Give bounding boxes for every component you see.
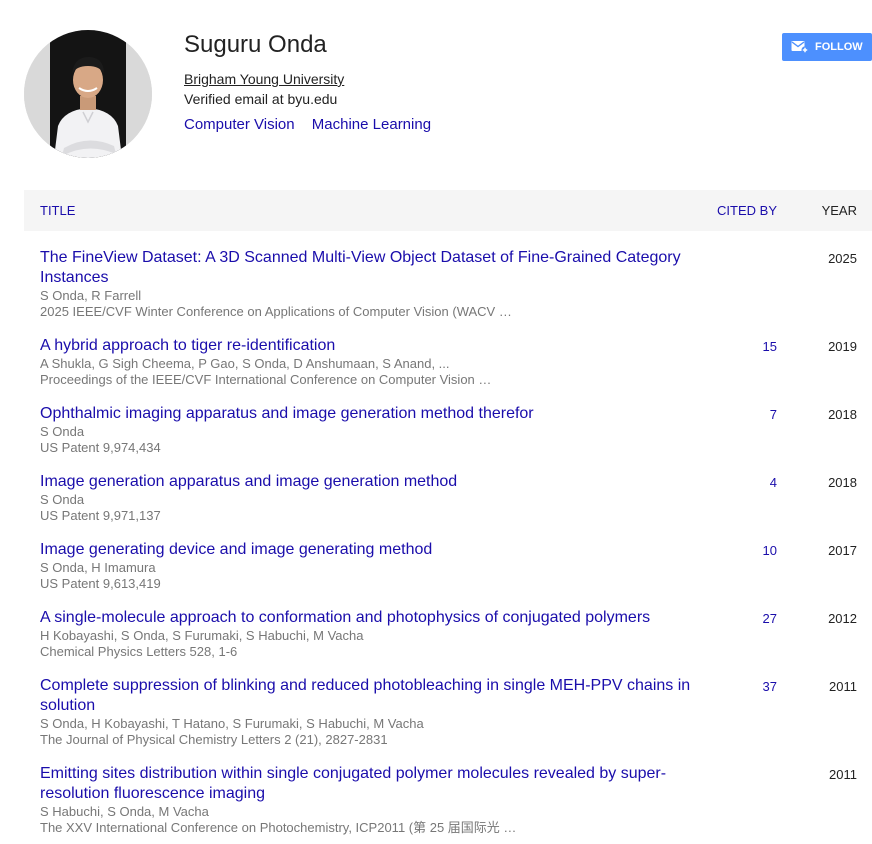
publication-year: 2018 [828,407,857,422]
follow-label: FOLLOW [815,41,863,53]
profile-header: Suguru Onda Brigham Young University Ver… [0,0,872,180]
cited-by-count[interactable]: 10 [763,543,777,558]
table-row: Image generating device and image genera… [24,532,872,600]
cited-by-count[interactable]: 7 [770,407,777,422]
publication-title[interactable]: Image generation apparatus and image gen… [40,472,700,492]
table-row: Image generation apparatus and image gen… [24,464,872,532]
publication-year: 2025 [828,251,857,266]
cited-by-count[interactable]: 27 [763,611,777,626]
affiliation-link[interactable]: Brigham Young University [184,71,344,87]
publication-authors: S Habuchi, S Onda, M Vacha [40,804,209,819]
publication-authors: H Kobayashi, S Onda, S Furumaki, S Habuc… [40,628,364,643]
publication-title[interactable]: Complete suppression of blinking and red… [40,676,700,716]
publication-year: 2017 [828,543,857,558]
publication-venue: US Patent 9,971,137 [40,508,161,523]
table-row: Ophthalmic imaging apparatus and image g… [24,396,872,464]
publication-venue: Chemical Physics Letters 528, 1-6 [40,644,238,659]
profile-photo [24,30,152,158]
cited-by-count[interactable]: 4 [770,475,777,490]
publication-title[interactable]: The FineView Dataset: A 3D Scanned Multi… [40,248,700,288]
mail-plus-icon [791,40,809,54]
research-interests: Computer Vision Machine Learning [184,116,444,133]
cited-by-count[interactable]: 15 [763,339,777,354]
publication-venue: The Journal of Physical Chemistry Letter… [40,732,388,747]
table-row: Emitting sites distribution within singl… [24,756,872,844]
publication-authors: S Onda, R Farrell [40,288,142,303]
table-row: The FineView Dataset: A 3D Scanned Multi… [24,240,872,328]
table-header: TITLE CITED BY YEAR [24,190,872,231]
publication-authors: S Onda, H Imamura [40,560,156,575]
publication-year: 2011 [829,767,857,782]
publication-title[interactable]: Ophthalmic imaging apparatus and image g… [40,404,700,424]
follow-button[interactable]: FOLLOW [782,33,872,61]
publication-venue: The XXV International Conference on Phot… [40,820,517,835]
cited-by-count[interactable]: 37 [763,679,777,694]
publication-year: 2019 [828,339,857,354]
sort-by-title[interactable]: TITLE [40,203,75,218]
publication-title[interactable]: Emitting sites distribution within singl… [40,764,700,804]
verified-email: Verified email at byu.edu [184,91,338,107]
interest-computer-vision[interactable]: Computer Vision [184,116,295,133]
publication-authors: S Onda [40,492,85,507]
profile-name: Suguru Onda [184,31,327,58]
publication-year: 2012 [828,611,857,626]
publication-list: The FineView Dataset: A 3D Scanned Multi… [24,240,872,844]
table-row: A single-molecule approach to conformati… [24,600,872,668]
publication-venue: 2025 IEEE/CVF Winter Conference on Appli… [40,304,512,319]
publication-authors: S Onda [40,424,85,439]
publication-venue: US Patent 9,613,419 [40,576,161,591]
sort-by-year[interactable]: YEAR [822,203,857,218]
avatar [24,30,152,158]
publication-title[interactable]: Image generating device and image genera… [40,540,700,560]
table-row: A hybrid approach to tiger re-identifica… [24,328,872,396]
publication-venue: US Patent 9,974,434 [40,440,161,455]
sort-by-cited[interactable]: CITED BY [717,203,777,218]
publication-year: 2018 [828,475,857,490]
publication-authors: S Onda, H Kobayashi, T Hatano, S Furumak… [40,716,424,731]
publication-title[interactable]: A hybrid approach to tiger re-identifica… [40,336,700,356]
interest-machine-learning[interactable]: Machine Learning [312,116,431,133]
publication-venue: Proceedings of the IEEE/CVF Internationa… [40,372,492,387]
publication-title[interactable]: A single-molecule approach to conformati… [40,608,700,628]
publication-year: 2011 [829,679,857,694]
table-row: Complete suppression of blinking and red… [24,668,872,756]
publication-authors: A Shukla, G Sigh Cheema, P Gao, S Onda, … [40,356,450,371]
